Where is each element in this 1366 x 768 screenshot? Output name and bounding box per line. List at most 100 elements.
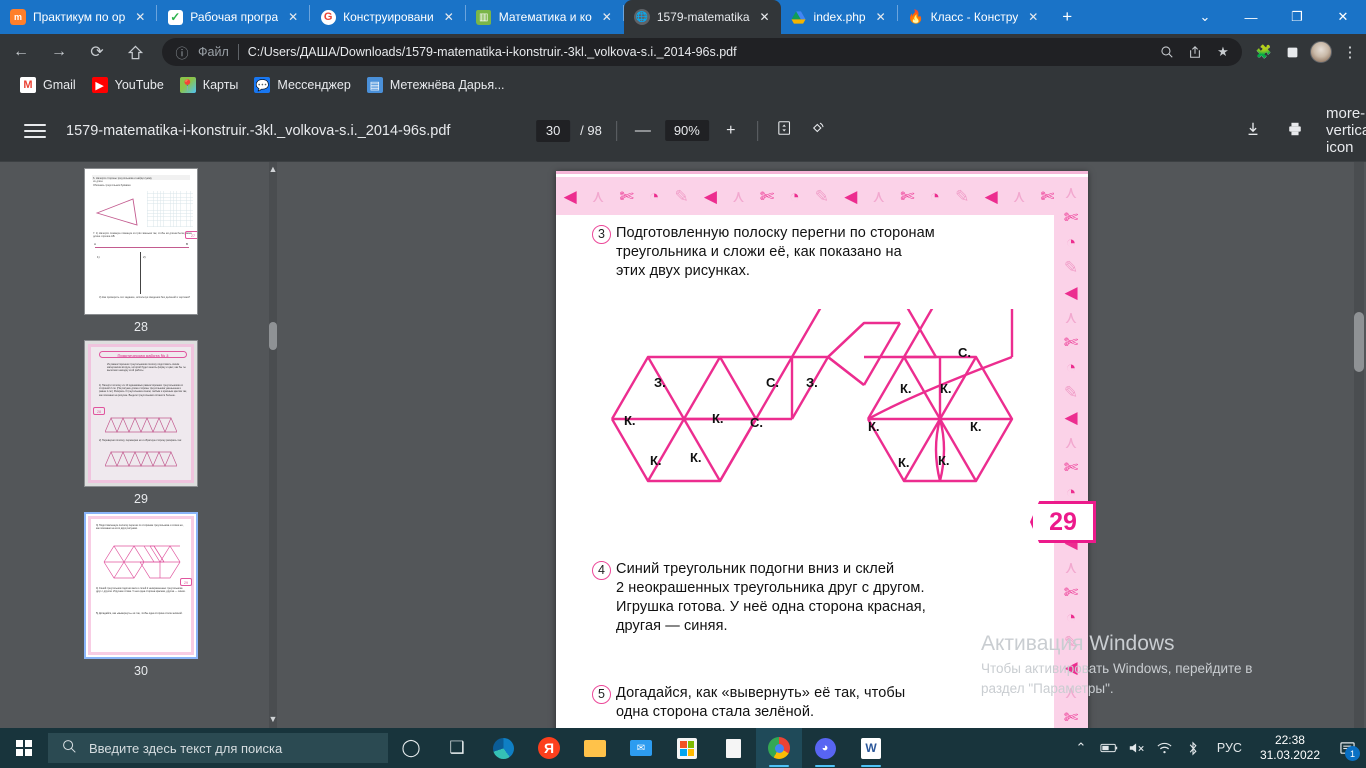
browser-tab-2[interactable]: G Конструировани ✕	[310, 0, 465, 34]
tab-close-button[interactable]: ✕	[873, 9, 889, 25]
thumbnail-page-30[interactable]: 3) Подготовленную полоску перегни по сто…	[84, 512, 198, 659]
tab-title: Класс - Констру	[930, 10, 1019, 24]
bluetooth-icon[interactable]	[1179, 728, 1207, 768]
border-glyph-✄: ✄	[619, 186, 634, 206]
extensions-puzzle-icon[interactable]: 🧩	[1250, 37, 1278, 67]
fit-page-icon[interactable]	[772, 120, 796, 141]
border-glyph-✄: ✄	[1063, 333, 1079, 352]
discord-icon[interactable]: ◕	[802, 728, 848, 768]
thumbnail-page-29[interactable]: Практическая работа № 3 Из равносторонни…	[84, 340, 198, 487]
windows-start-icon[interactable]	[0, 728, 48, 768]
page-scrollbar-thumb[interactable]	[1354, 312, 1364, 372]
task-view-icon[interactable]: ❑	[434, 728, 480, 768]
share-icon[interactable]	[1182, 39, 1208, 65]
flame-icon: 🔥	[907, 9, 924, 24]
maximize-button[interactable]: ❐	[1274, 0, 1320, 34]
chrome-menu-button[interactable]: ⋮	[1336, 37, 1364, 67]
page-number-input[interactable]: 30	[536, 119, 571, 142]
browser-tab-5[interactable]: index.php ✕	[781, 0, 897, 34]
hamburger-icon[interactable]	[24, 123, 46, 138]
volume-muted-icon[interactable]	[1123, 728, 1151, 768]
check-icon: ✓	[167, 9, 183, 25]
microsoft-store-icon[interactable]	[664, 728, 710, 768]
cortana-icon[interactable]: ◯	[388, 728, 434, 768]
close-button[interactable]: ✕	[1320, 0, 1366, 34]
browser-tab-6[interactable]: 🔥 Класс - Констру ✕	[898, 0, 1050, 34]
zoom-out-button[interactable]: —	[631, 122, 655, 140]
system-tray: ⌃ РУС 22:38 31.03.2022 1	[1067, 728, 1366, 768]
reload-button[interactable]: ⟳	[80, 37, 114, 67]
document-icon[interactable]	[710, 728, 756, 768]
bookmark-star-icon[interactable]: ★	[1210, 39, 1236, 65]
url-text[interactable]: C:/Users/ДАША/Downloads/1579-matematika-…	[248, 45, 1154, 59]
tray-expand-icon[interactable]: ⌃	[1067, 728, 1095, 768]
language-indicator[interactable]: РУС	[1207, 741, 1252, 755]
tab-close-button[interactable]: ✕	[757, 9, 773, 25]
back-button[interactable]: ←	[4, 37, 38, 67]
item-3-line-2: треугольника и сложи её, как показано на	[616, 244, 902, 260]
tab-close-button[interactable]: ✕	[441, 9, 457, 25]
tab-close-button[interactable]: ✕	[1025, 9, 1041, 25]
moodle-icon: m	[10, 9, 26, 25]
home-button[interactable]	[118, 37, 152, 67]
tab-close-button[interactable]: ✕	[132, 9, 148, 25]
zoom-out-icon[interactable]	[1154, 39, 1180, 65]
battery-icon[interactable]	[1095, 728, 1123, 768]
new-tab-button[interactable]: +	[1053, 3, 1081, 31]
item-number-4: 4	[592, 561, 611, 580]
pdf-page-controls: 30 / 98 — 90% +	[536, 119, 830, 142]
taskbar-items: ◯ ❑ Я ✉ ◕ W	[388, 728, 894, 768]
border-glyph-⋏: ⋏	[872, 186, 885, 206]
word-icon[interactable]: W	[848, 728, 894, 768]
zoom-in-button[interactable]: +	[719, 122, 743, 140]
tab-title: Математика и ко	[498, 10, 592, 24]
bookmark-item-4[interactable]: ▤ Метежнёва Дарья...	[359, 74, 513, 96]
sidepanel-icon[interactable]	[1278, 37, 1306, 67]
wifi-icon[interactable]	[1151, 728, 1179, 768]
browser-tab-4[interactable]: 🌐 1579-matematika ✕	[623, 0, 781, 34]
thumbnail-pane[interactable]: 6. Начерти стороны треугольника и найди …	[0, 162, 283, 730]
print-icon[interactable]	[1284, 121, 1306, 141]
edge-icon[interactable]	[480, 728, 526, 768]
omnibox-divider	[237, 44, 239, 60]
bookmark-item-0[interactable]: M Gmail	[12, 74, 84, 96]
rotate-icon[interactable]	[806, 120, 830, 141]
bookmark-item-1[interactable]: ▶ YouTube	[84, 74, 172, 96]
taskbar-search-input[interactable]: Введите здесь текст для поиска	[48, 733, 388, 763]
minimize-button[interactable]: —	[1228, 0, 1274, 34]
bookmarks-bar: M Gmail ▶ YouTube 📍 Карты 💬 Мессенджер ▤ Метежнёв…	[0, 70, 1366, 100]
more-vertical-icon[interactable]: more-vertical-icon	[1326, 105, 1366, 156]
mail-icon[interactable]: ✉	[618, 728, 664, 768]
address-bar[interactable]: ⓘ Файл C:/Users/ДАША/Downloads/1579-mate…	[162, 38, 1242, 66]
bookmark-item-3[interactable]: 💬 Мессенджер	[246, 74, 358, 96]
pdf-filename: 1579-matematika-i-konstruir.-3kl._volkov…	[66, 122, 451, 139]
download-icon[interactable]	[1242, 121, 1264, 141]
item-3-line-1: Подготовленную полоску перегни по сторон…	[616, 225, 935, 241]
browser-tab-0[interactable]: m Практикум по ор ✕	[0, 0, 156, 34]
site-info-icon[interactable]: ⓘ	[174, 43, 190, 62]
thumbnail-scrollbar-track[interactable]	[269, 162, 277, 730]
thumbnail-scroll-up-icon[interactable]: ▲	[267, 164, 279, 176]
item-5-line-2: одна сторона стала зелёной.	[616, 704, 815, 720]
yandex-icon[interactable]: Я	[526, 728, 572, 768]
page-scrollbar-track[interactable]	[1354, 162, 1364, 730]
profile-avatar[interactable]	[1310, 41, 1332, 63]
browser-tab-3[interactable]: ▥ Математика и ко ✕	[466, 0, 623, 34]
thumbnail-label-28: 28	[134, 320, 148, 334]
border-glyph-◀: ◀	[1064, 283, 1078, 302]
diagram-label-s1: С.	[750, 415, 763, 430]
clock[interactable]: 22:38 31.03.2022	[1252, 733, 1328, 763]
tab-close-button[interactable]: ✕	[285, 9, 301, 25]
chrome-icon[interactable]	[756, 728, 802, 768]
browser-tab-1[interactable]: ✓ Рабочая програ ✕	[157, 0, 309, 34]
tab-search-button[interactable]: ⌄	[1182, 0, 1228, 34]
notifications-icon[interactable]: 1	[1328, 728, 1366, 768]
forward-button[interactable]: →	[42, 37, 76, 67]
thumbnail-scroll-down-icon[interactable]: ▼	[267, 714, 279, 726]
file-explorer-icon[interactable]	[572, 728, 618, 768]
tab-close-button[interactable]: ✕	[599, 9, 615, 25]
bookmark-item-2[interactable]: 📍 Карты	[172, 74, 247, 96]
item-number-3: 3	[592, 225, 611, 244]
thumbnail-page-28[interactable]: 6. Начерти стороны треугольника и найди …	[84, 168, 198, 315]
thumbnail-scrollbar-thumb[interactable]	[269, 322, 277, 350]
